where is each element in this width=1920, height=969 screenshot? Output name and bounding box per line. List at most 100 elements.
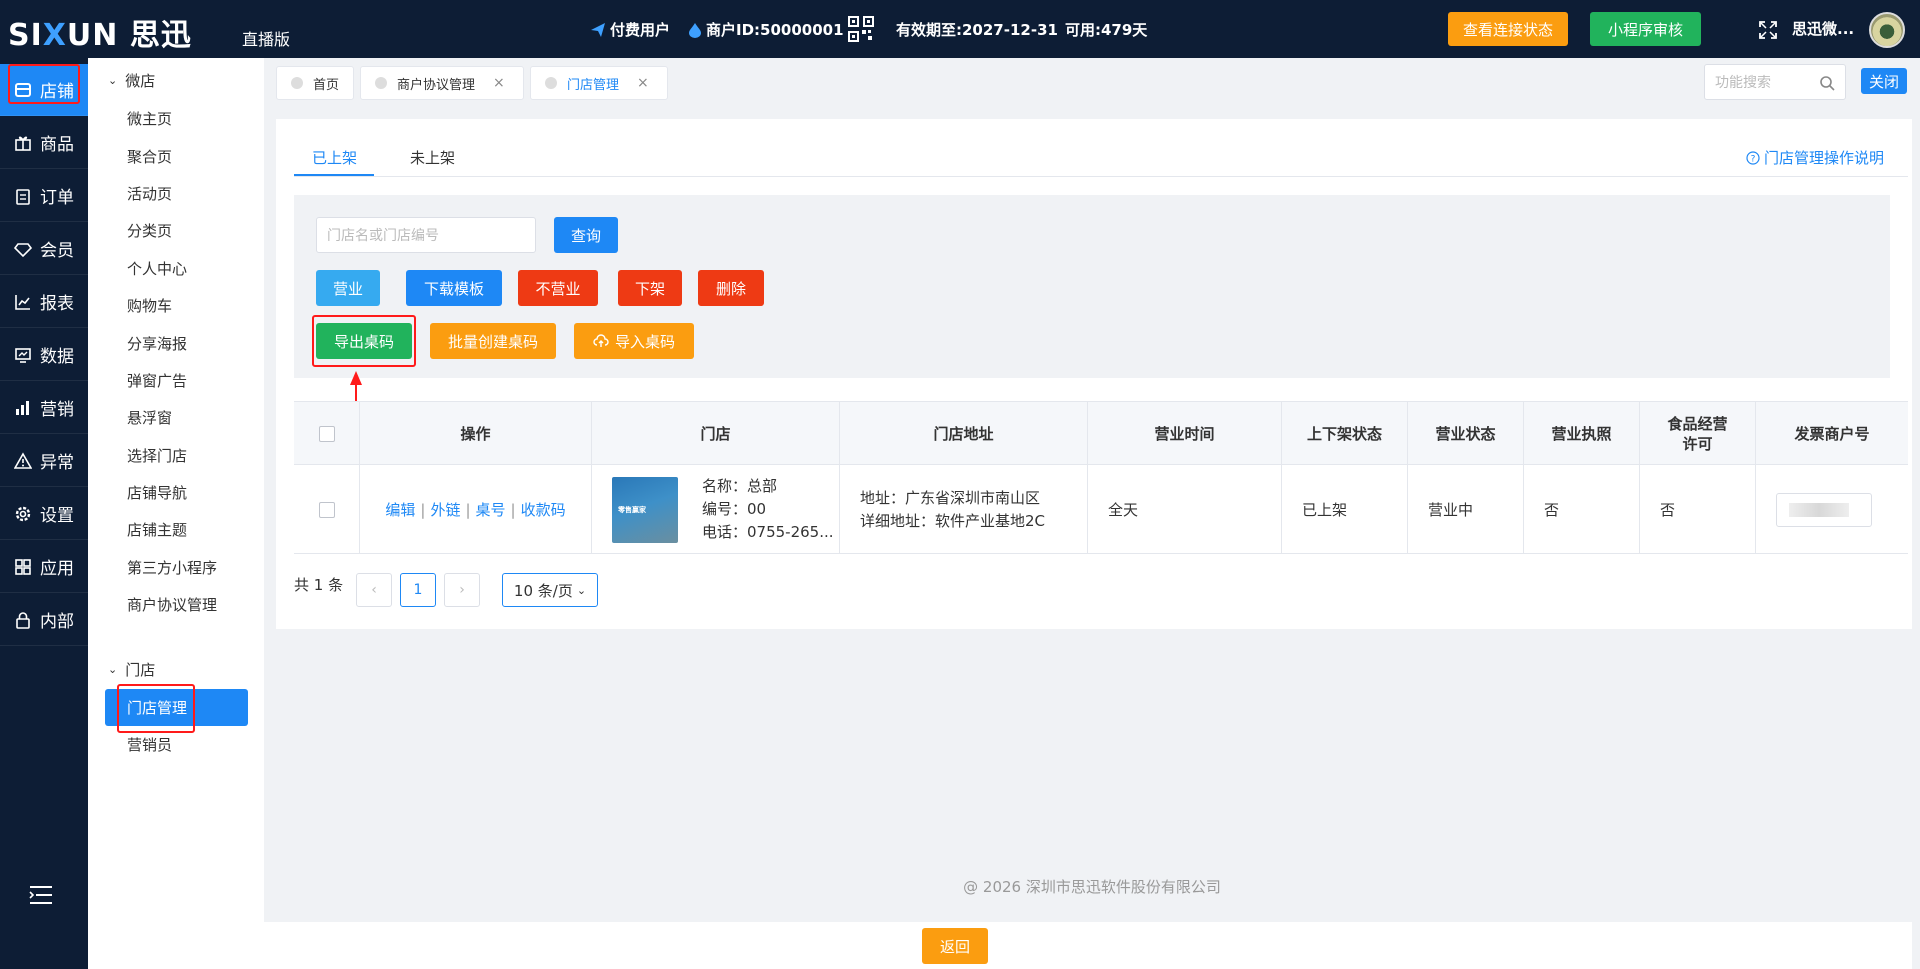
import-table-code-button[interactable]: 导入桌码	[574, 323, 694, 359]
row-invoice-cell	[1756, 465, 1908, 554]
query-button[interactable]: 查询	[554, 217, 618, 253]
row-checkbox[interactable]	[318, 501, 335, 518]
rail-item-reports[interactable]: 报表	[0, 276, 88, 328]
tab-unlisted[interactable]: 未上架	[410, 147, 455, 168]
rail-item-apps[interactable]: 应用	[0, 541, 88, 593]
select-all-checkbox[interactable]	[318, 426, 335, 442]
tab-home[interactable]: 首页	[276, 66, 354, 100]
mini-program-review-button[interactable]: 小程序审核	[1590, 12, 1701, 46]
highlight-store-management	[117, 684, 195, 733]
submenu-item-store-nav[interactable]: 店铺导航	[127, 482, 187, 503]
blurred-value	[1789, 502, 1849, 517]
available-days-label: 可用:479天	[1065, 21, 1148, 39]
rail-item-members[interactable]: 会员	[0, 223, 88, 275]
header-select-all[interactable]	[294, 402, 360, 466]
store-search-input[interactable]: 门店名或门店编号	[316, 217, 536, 253]
report-icon	[15, 294, 30, 310]
row-select-cell	[294, 465, 360, 554]
submenu-item-aggregate[interactable]: 聚合页	[127, 146, 172, 167]
rail-item-data[interactable]: 数据	[0, 329, 88, 381]
tab-merchant-agreement[interactable]: 商户协议管理 ×	[360, 66, 524, 100]
submenu-item-activity[interactable]: 活动页	[127, 183, 172, 204]
unshelve-button[interactable]: 下架	[618, 270, 682, 306]
qr-code-icon[interactable]	[848, 16, 874, 42]
table-header: 操作 门店 门店地址 营业时间 上下架状态 营业状态 营业执照 食品经营许可 发…	[294, 401, 1908, 466]
highlight-store-rail	[8, 64, 80, 104]
batch-create-table-code-button[interactable]: 批量创建桌码	[430, 323, 556, 359]
download-template-button[interactable]: 下载模板	[406, 270, 502, 306]
highlight-export-button	[312, 315, 416, 367]
store-address: 地址：广东省深圳市南山区	[860, 488, 1041, 507]
submenu-item-agreements[interactable]: 商户协议管理	[127, 594, 217, 615]
submenu-group-weidian[interactable]: ⌄ 微店	[108, 70, 155, 91]
submenu-item-third-party[interactable]: 第三方小程序	[127, 557, 217, 578]
back-button[interactable]: 返回	[922, 928, 988, 964]
rail-item-settings[interactable]: 设置	[0, 488, 88, 540]
row-address-cell: 地址：广东省深圳市南山区 详细地址：软件产业基地2C	[840, 465, 1088, 554]
submenu-item-cart[interactable]: 购物车	[127, 295, 172, 316]
edit-link[interactable]: 编辑	[385, 499, 415, 520]
rail-item-orders[interactable]: 订单	[0, 170, 88, 222]
external-link[interactable]: 外链	[430, 499, 460, 520]
payment-code-link[interactable]: 收款码	[521, 499, 566, 520]
header-ops: 操作	[360, 402, 592, 466]
open-business-button[interactable]: 营业	[316, 270, 380, 306]
filter-area: 门店名或门店编号 查询 营业 下载模板 不营业 下架 删除 导出桌码 批量创建桌…	[294, 195, 1890, 378]
close-icon[interactable]: ×	[637, 75, 649, 91]
page-size-select[interactable]: 10 条/页 ⌄	[502, 573, 598, 607]
avatar[interactable]	[1869, 12, 1905, 48]
submenu-item-popup-ad[interactable]: 弹窗广告	[127, 370, 187, 391]
pager-total: 共 1 条	[294, 576, 344, 594]
search-icon	[1820, 76, 1835, 91]
check-connection-button[interactable]: 查看连接状态	[1448, 12, 1568, 46]
diamond-icon	[14, 242, 32, 257]
page-1-button[interactable]: 1	[400, 573, 436, 607]
next-page-button[interactable]: ›	[444, 573, 480, 607]
prev-page-button[interactable]: ‹	[356, 573, 392, 607]
row-license-cell: 否	[1524, 465, 1640, 554]
help-link[interactable]: ? 门店管理操作说明	[1746, 147, 1884, 168]
rail-item-exceptions[interactable]: 异常	[0, 435, 88, 487]
header-shelf-status: 上下架状态	[1282, 402, 1408, 466]
close-icon[interactable]: ×	[493, 75, 505, 91]
logo: SIXUN 思迅	[8, 18, 192, 53]
footer-copyright: @ 2026 深圳市思迅软件股份有限公司	[963, 878, 1221, 896]
submenu-item-home[interactable]: 微主页	[127, 108, 172, 129]
close-business-button[interactable]: 不营业	[518, 270, 598, 306]
submenu-item-profile[interactable]: 个人中心	[127, 258, 187, 279]
gift-icon	[15, 136, 31, 151]
submenu-item-select-store[interactable]: 选择门店	[127, 445, 187, 466]
delete-button[interactable]: 删除	[698, 270, 764, 306]
collapse-menu-icon[interactable]	[28, 884, 54, 906]
store-name: 名称：总部	[702, 477, 778, 495]
store-phone: 电话：0755-265...	[702, 523, 834, 541]
store-thumbnail[interactable]: 零售赢家	[612, 476, 678, 543]
submenu-item-store-theme[interactable]: 店铺主题	[127, 519, 187, 540]
invoice-merchant-input[interactable]	[1776, 492, 1872, 527]
svg-text:?: ?	[1751, 154, 1756, 164]
tab-store-management[interactable]: 门店管理 ×	[530, 66, 668, 100]
store-management-panel: 已上架 未上架 ? 门店管理操作说明 门店名或门店编号 查询 营业 下载模板 不…	[276, 119, 1912, 629]
chart-icon	[15, 347, 31, 363]
submenu-item-salesperson[interactable]: 营销员	[127, 734, 172, 755]
main-nav-rail: 店铺 商品 订单 会员 报表 数据 营销 异常 设置 应用 内部	[0, 58, 88, 969]
close-button[interactable]: 关闭	[1861, 68, 1907, 94]
drop-icon	[689, 22, 701, 38]
rail-item-marketing[interactable]: 营销	[0, 382, 88, 434]
row-food-license-cell: 否	[1640, 465, 1756, 554]
submenu-item-share-poster[interactable]: 分享海报	[127, 333, 187, 354]
submenu-item-category[interactable]: 分类页	[127, 220, 172, 241]
row-hours-cell: 全天	[1088, 465, 1282, 554]
user-name[interactable]: 思迅微...	[1792, 18, 1854, 39]
row-ops-cell: 编辑 | 外链 | 桌号 | 收款码	[360, 465, 592, 554]
rail-item-internal[interactable]: 内部	[0, 594, 88, 646]
submenu-item-floating-window[interactable]: 悬浮窗	[127, 407, 172, 428]
rail-item-goods[interactable]: 商品	[0, 117, 88, 169]
function-search-input[interactable]: 功能搜索	[1704, 64, 1846, 100]
table-number-link[interactable]: 桌号	[476, 499, 506, 520]
tab-dot-icon	[375, 77, 387, 89]
top-bar: SIXUN 思迅 直播版 付费用户 商户ID:50000001 有效期至:202…	[0, 0, 1920, 58]
fullscreen-icon[interactable]	[1758, 20, 1778, 40]
submenu-group-store[interactable]: ⌄ 门店	[108, 659, 155, 680]
tab-listed[interactable]: 已上架	[312, 147, 357, 168]
